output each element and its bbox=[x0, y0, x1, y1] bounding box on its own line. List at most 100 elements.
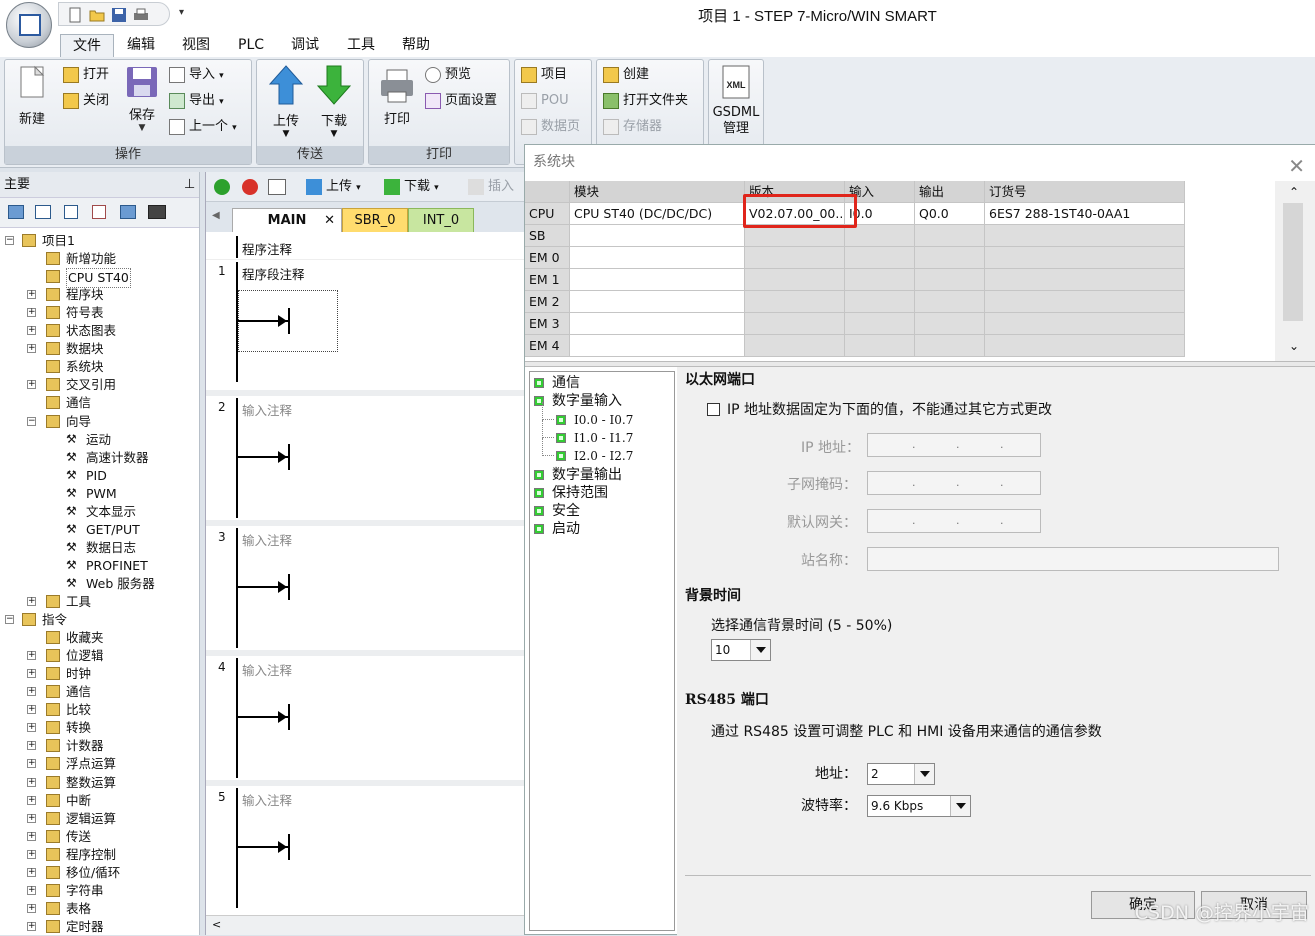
view-icon-3[interactable] bbox=[64, 205, 78, 219]
scroll-down-icon[interactable]: ⌄ bbox=[1289, 339, 1299, 353]
grid-cell[interactable]: 6ES7 288-1ST40-0AA1 bbox=[985, 203, 1185, 225]
view-icon-2[interactable] bbox=[35, 205, 51, 219]
editor-insert-button[interactable]: 插入 bbox=[468, 176, 514, 198]
module-cell[interactable] bbox=[570, 247, 745, 269]
collapse-icon[interactable]: − bbox=[5, 236, 14, 245]
scroll-up-icon[interactable]: ⌃ bbox=[1289, 185, 1299, 199]
tab-file[interactable]: 文件 bbox=[60, 34, 114, 58]
expand-icon[interactable]: + bbox=[27, 795, 36, 805]
view-icon-4[interactable] bbox=[92, 205, 106, 219]
network[interactable]: 5 输入注释 bbox=[206, 780, 526, 910]
tab-sbr0[interactable]: SBR_0 bbox=[342, 208, 408, 232]
expand-icon[interactable]: + bbox=[27, 290, 36, 300]
expand-icon[interactable]: + bbox=[27, 723, 36, 733]
horizontal-scrollbar[interactable]: < bbox=[206, 915, 526, 935]
tree-item[interactable]: − 向导 bbox=[0, 413, 198, 431]
editor-upload-button[interactable]: 上传 ▾ bbox=[306, 176, 361, 198]
previous-button[interactable]: 上一个 ▾ bbox=[169, 116, 237, 138]
program-comment-row[interactable]: 程序注释 bbox=[206, 232, 526, 260]
expand-icon[interactable]: + bbox=[27, 885, 36, 895]
expand-icon[interactable]: + bbox=[27, 741, 36, 751]
tree-item[interactable]: CPU ST40 bbox=[0, 268, 198, 289]
network[interactable]: 2 输入注释 bbox=[206, 390, 526, 520]
network[interactable]: 1 程序段注释 bbox=[206, 260, 526, 390]
grid-scrollbar[interactable]: ⌃ ⌄ bbox=[1275, 181, 1315, 361]
module-cell[interactable] bbox=[570, 225, 745, 247]
project-button[interactable]: 项目 bbox=[521, 64, 567, 86]
upload-button[interactable]: 上传 ▼ bbox=[265, 64, 307, 139]
tree-item[interactable]: + 定时器 bbox=[0, 918, 198, 936]
chevron-down-icon[interactable] bbox=[914, 764, 934, 784]
tree-item[interactable]: + 转换 bbox=[0, 719, 198, 737]
expand-icon[interactable]: + bbox=[27, 380, 36, 390]
editor-download-button[interactable]: 下载 ▾ bbox=[384, 176, 439, 198]
import-button[interactable]: 导入 ▾ bbox=[169, 64, 224, 86]
network-comment[interactable]: 程序段注释 bbox=[242, 264, 305, 283]
network[interactable]: 3 输入注释 bbox=[206, 520, 526, 650]
tree-item[interactable]: + 数据块 bbox=[0, 340, 198, 358]
fixed-ip-checkbox[interactable] bbox=[707, 403, 720, 416]
nav-item[interactable]: I2.0 - I2.7 bbox=[530, 438, 674, 465]
tree-item[interactable]: + 浮点运算 bbox=[0, 755, 198, 773]
new-button[interactable]: 新建 bbox=[11, 64, 53, 127]
expand-icon[interactable]: + bbox=[27, 705, 36, 715]
tab-debug[interactable]: 调试 bbox=[279, 34, 331, 58]
nav-item[interactable]: 安全 bbox=[530, 502, 674, 520]
tree-item[interactable]: 通信 bbox=[0, 394, 198, 412]
tree-item[interactable]: ⚒ 文本显示 bbox=[0, 503, 198, 521]
expand-icon[interactable]: + bbox=[27, 344, 36, 354]
tree-item[interactable]: ⚒ Web 服务器 bbox=[0, 575, 198, 593]
close-tab-icon[interactable]: ✕ bbox=[324, 209, 335, 233]
tree-item[interactable]: + 程序块 bbox=[0, 286, 198, 304]
network-comment[interactable]: 输入注释 bbox=[242, 660, 292, 679]
create-button[interactable]: 创建 bbox=[603, 64, 649, 86]
tree-item[interactable]: + 移位/循环 bbox=[0, 864, 198, 882]
gsdml-manage-button[interactable]: XML GSDML 管理 bbox=[711, 64, 761, 137]
print-button[interactable]: 打印 bbox=[375, 68, 419, 127]
background-time-select[interactable]: 10 bbox=[711, 639, 771, 661]
network-comment[interactable]: 输入注释 bbox=[242, 790, 292, 809]
view-icon-1[interactable] bbox=[8, 205, 24, 219]
network[interactable]: 4 输入注释 bbox=[206, 650, 526, 780]
scroll-left-arrow-icon[interactable]: < bbox=[212, 918, 221, 931]
pou-button[interactable]: POU bbox=[521, 90, 569, 112]
expand-icon[interactable]: + bbox=[27, 687, 36, 697]
chevron-down-icon[interactable] bbox=[950, 796, 970, 816]
tree-item[interactable]: + 字符串 bbox=[0, 882, 198, 900]
tab-main[interactable]: MAIN ✕ bbox=[232, 208, 342, 232]
collapse-icon[interactable]: − bbox=[27, 416, 36, 426]
dialog-close-icon[interactable]: ✕ bbox=[1288, 149, 1305, 183]
tree-item[interactable]: + 整数运算 bbox=[0, 774, 198, 792]
expand-icon[interactable]: + bbox=[27, 651, 36, 661]
tree-item[interactable]: ⚒ 数据日志 bbox=[0, 539, 198, 557]
tree-item[interactable]: 系统块 bbox=[0, 358, 198, 376]
tree-item[interactable]: + 中断 bbox=[0, 792, 198, 810]
expand-icon[interactable]: + bbox=[27, 777, 36, 787]
collapse-icon[interactable]: − bbox=[5, 615, 14, 625]
tree-item[interactable]: + 计数器 bbox=[0, 737, 198, 755]
open-folder-button[interactable]: 打开文件夹 bbox=[603, 90, 688, 112]
tree-item[interactable]: + 逻辑运算 bbox=[0, 810, 198, 828]
network-comment[interactable]: 输入注释 bbox=[242, 530, 292, 549]
datapage-button[interactable]: 数据页 bbox=[521, 116, 580, 138]
close-button[interactable]: 关闭 bbox=[63, 90, 109, 112]
tree-item[interactable]: + 时钟 bbox=[0, 665, 198, 683]
tab-edit[interactable]: 编辑 bbox=[115, 34, 167, 58]
stop-icon[interactable] bbox=[242, 179, 258, 195]
expand-icon[interactable]: + bbox=[27, 867, 36, 877]
grid-cell[interactable]: Q0.0 bbox=[915, 203, 985, 225]
tree-item[interactable]: ⚒ PWM bbox=[0, 485, 198, 503]
nav-item[interactable]: 启动 bbox=[530, 520, 674, 538]
tab-help[interactable]: 帮助 bbox=[390, 34, 442, 58]
preview-button[interactable]: 预览 bbox=[425, 64, 471, 86]
tree-item[interactable]: + 状态图表 bbox=[0, 322, 198, 340]
pin-icon[interactable]: ⊥ bbox=[184, 172, 195, 198]
tree-item[interactable]: ⚒ 高速计数器 bbox=[0, 449, 198, 467]
gateway-field[interactable]: ... bbox=[867, 509, 1041, 533]
baud-rate-select[interactable]: 9.6 Kbps bbox=[867, 795, 971, 817]
view-icon-5[interactable] bbox=[120, 205, 136, 219]
nav-item[interactable]: 通信 bbox=[530, 374, 674, 392]
expand-icon[interactable]: + bbox=[27, 903, 36, 913]
module-cell[interactable] bbox=[570, 269, 745, 291]
tree-item[interactable]: ⚒ PROFINET bbox=[0, 557, 198, 575]
